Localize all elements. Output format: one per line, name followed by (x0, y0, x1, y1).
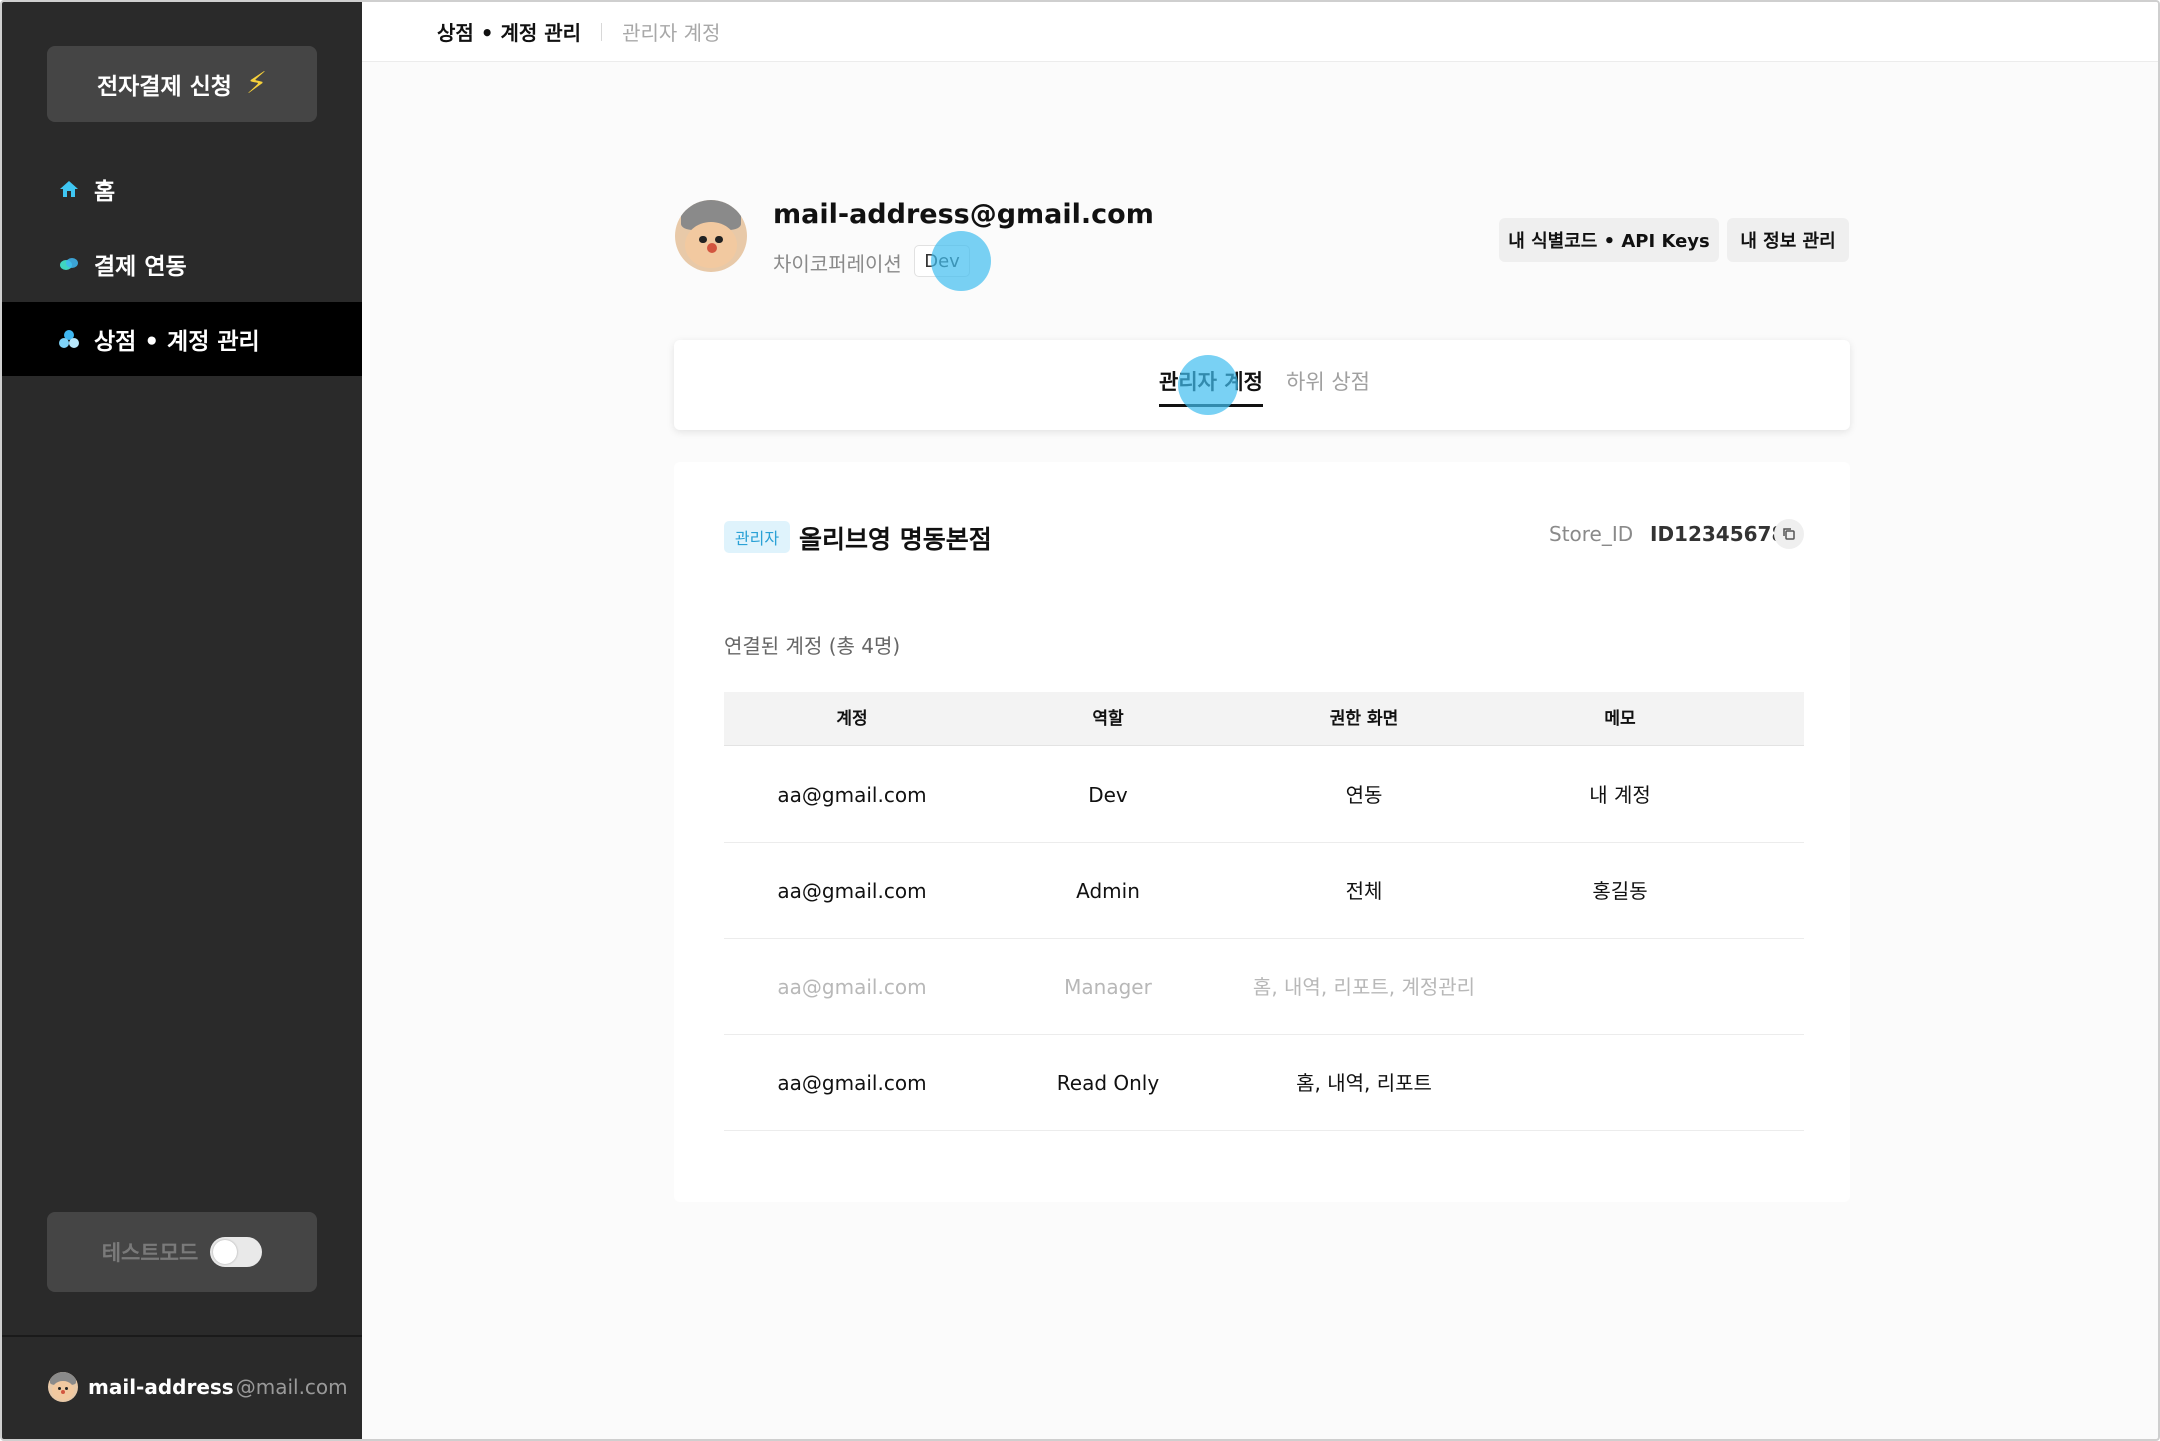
user-name: mail-address (88, 1375, 234, 1399)
api-keys-button[interactable]: 내 식별코드 • API Keys (1499, 218, 1719, 262)
cell-account: aa@gmail.com (777, 975, 927, 999)
cell-account: aa@gmail.com (777, 1071, 927, 1095)
sidebar-user[interactable]: mail-address @mail.com (48, 1372, 348, 1402)
breadcrumb-current: 관리자 계정 (622, 21, 721, 45)
cell-role: Read Only (1056, 1071, 1160, 1095)
profile-avatar (675, 200, 747, 272)
app-window: 전자결제 신청 ⚡ 홈 결제 연동 상점 • 계정 관리 테스트모드 mail-… (0, 0, 2160, 1441)
test-mode-label: 테스트모드 (101, 1241, 199, 1265)
home-icon (58, 178, 80, 200)
column-header-account: 계정 (836, 709, 868, 729)
profile-email: mail-address@gmail.com (773, 199, 1154, 230)
copy-store-id-button[interactable] (1774, 519, 1804, 549)
sidebar-item-home[interactable]: 홈 (2, 152, 362, 226)
column-header-role: 역할 (1092, 709, 1124, 729)
role-badge[interactable]: Dev (914, 245, 970, 277)
sidebar: 전자결제 신청 ⚡ 홈 결제 연동 상점 • 계정 관리 테스트모드 mail-… (2, 2, 362, 1439)
table-row[interactable]: aa@gmail.com Manager 홈, 내역, 리포트, 계정관리 (724, 939, 1804, 1035)
cell-role: Dev (1088, 783, 1128, 807)
tab-sub-stores[interactable]: 하위 상점 (1286, 366, 1370, 404)
column-header-memo: 메모 (1604, 709, 1636, 729)
test-mode-toggle[interactable] (210, 1237, 263, 1267)
tabs-bar: 관리자 계정 하위 상점 (674, 340, 1850, 430)
profile-company: 차이코퍼레이션 (773, 252, 902, 276)
breadcrumb-divider (601, 22, 603, 41)
accounts-table-header: 계정 역할 권한 화면 메모 (724, 692, 1804, 746)
breadcrumb-main[interactable]: 상점 • 계정 관리 (437, 17, 581, 46)
breadcrumb: 상점 • 계정 관리 관리자 계정 (362, 2, 2158, 62)
store-icon (58, 328, 80, 350)
cell-memo (1492, 1035, 1748, 1131)
link-icon (58, 253, 80, 275)
user-domain: @mail.com (235, 1375, 348, 1399)
tab-admin-accounts[interactable]: 관리자 계정 (1159, 366, 1263, 407)
sidebar-item-payment-integration[interactable]: 결제 연동 (2, 227, 362, 301)
cell-account: aa@gmail.com (777, 783, 927, 807)
cell-role: Admin (1076, 879, 1140, 903)
cell-role: Manager (1064, 975, 1152, 999)
store-name: 올리브영 명동본점 (799, 525, 992, 554)
test-mode-panel: 테스트모드 (47, 1212, 317, 1292)
sidebar-divider (2, 1335, 362, 1337)
linked-accounts-label: 연결된 계정 (총 4명) (724, 634, 901, 658)
copy-icon (1783, 528, 1795, 540)
column-header-screens: 권한 화면 (1329, 709, 1399, 729)
table-row[interactable]: aa@gmail.com Admin 전체 홍길동 (724, 843, 1804, 939)
store-role-badge: 관리자 (724, 521, 790, 553)
my-info-button[interactable]: 내 정보 관리 (1727, 218, 1849, 262)
toggle-knob (213, 1240, 238, 1264)
lightning-icon: ⚡ (245, 66, 268, 101)
apply-payment-button[interactable]: 전자결제 신청 ⚡ (47, 46, 317, 122)
sidebar-item-label: 결제 연동 (94, 254, 187, 280)
cell-memo: 홍길동 (1592, 879, 1648, 903)
sidebar-item-label: 홈 (94, 179, 116, 205)
store-id-value: ID12345678 (1650, 522, 1786, 546)
avatar (48, 1372, 78, 1402)
sidebar-item-label: 상점 • 계정 관리 (94, 329, 260, 355)
cell-screens: 홈, 내역, 리포트, 계정관리 (1252, 975, 1476, 999)
cell-screens: 홈, 내역, 리포트 (1296, 1071, 1432, 1095)
cell-screens: 연동 (1345, 783, 1383, 807)
table-row[interactable]: aa@gmail.com Read Only 홈, 내역, 리포트 (724, 1035, 1804, 1131)
cell-memo: 내 계정 (1589, 783, 1651, 807)
apply-payment-label: 전자결제 신청 (96, 74, 232, 100)
table-row[interactable]: aa@gmail.com Dev 연동 내 계정 (724, 747, 1804, 843)
sidebar-item-store-account[interactable]: 상점 • 계정 관리 (2, 302, 362, 376)
cell-screens: 전체 (1345, 879, 1383, 903)
store-id-label: Store_ID (1549, 522, 1634, 546)
cell-memo (1492, 939, 1748, 1035)
cell-account: aa@gmail.com (777, 879, 927, 903)
